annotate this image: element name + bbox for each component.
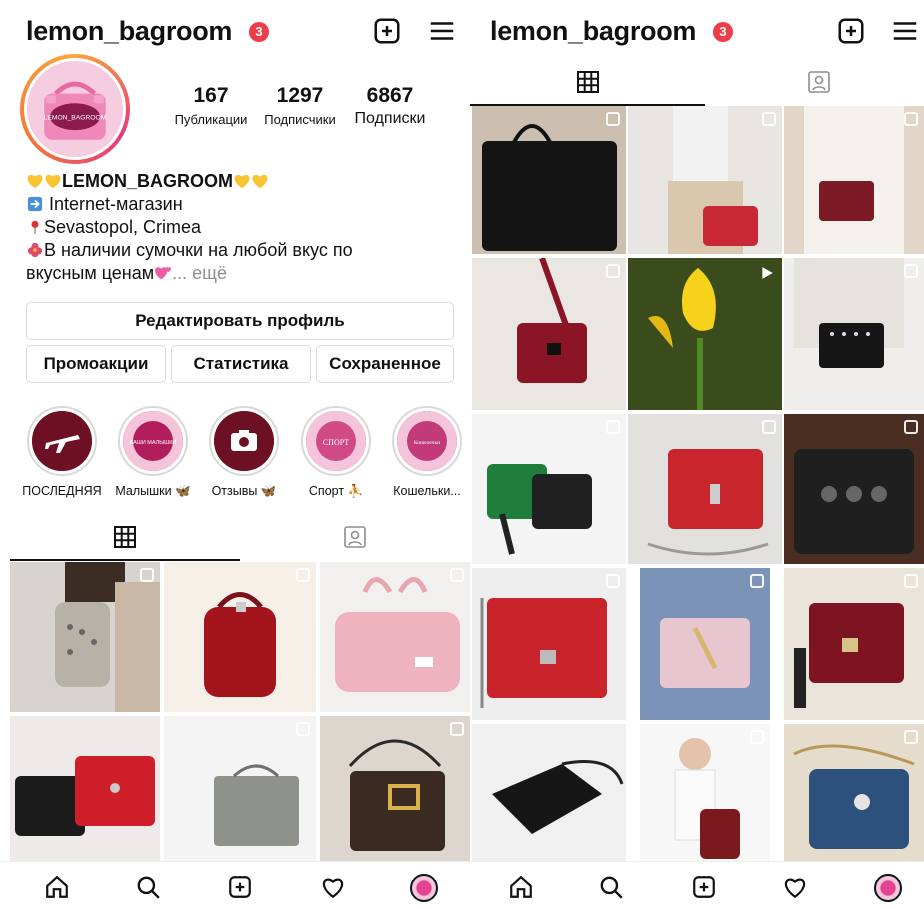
profile-screen: lemon_bagroom 3 LEMON_BAGROOM 167 Публик… bbox=[0, 0, 470, 909]
activity-heart-icon[interactable] bbox=[782, 874, 808, 900]
pink-hearts-icon bbox=[155, 267, 172, 280]
post-thumbnail[interactable] bbox=[784, 258, 924, 410]
yellow-heart-icon bbox=[27, 174, 43, 189]
grid-icon bbox=[577, 71, 599, 93]
bio-line-prices: вкусным ценам bbox=[26, 263, 155, 283]
highlight-wallets[interactable]: Кошелечки Кошельки... bbox=[386, 406, 468, 498]
post-thumbnail[interactable] bbox=[784, 414, 924, 564]
bio-name: LEMON_BAGROOM bbox=[62, 171, 233, 191]
yellow-heart-icon bbox=[234, 174, 250, 189]
highlight-babies[interactable]: ВАШИ МАЛЫШКИ Малышки 🦋 bbox=[112, 406, 194, 499]
post-thumbnail[interactable] bbox=[472, 106, 626, 254]
right-arrow-icon bbox=[27, 196, 43, 212]
edit-profile-button[interactable]: Редактировать профиль bbox=[26, 302, 454, 340]
posts-count[interactable]: 167 Публикации bbox=[166, 84, 256, 127]
profile-avatar[interactable]: LEMON_BAGROOM bbox=[20, 54, 130, 164]
bio-line-location: Sevastopol, Crimea bbox=[44, 217, 202, 237]
post-thumbnail[interactable] bbox=[628, 258, 782, 410]
menu-icon[interactable] bbox=[427, 16, 457, 46]
followers-count[interactable]: 1297 Подписчики bbox=[258, 84, 342, 127]
profile-header: lemon_bagroom 3 bbox=[470, 10, 924, 54]
video-icon bbox=[762, 267, 773, 279]
bio-more-link[interactable]: ... ещё bbox=[172, 263, 227, 283]
post-thumbnail[interactable] bbox=[164, 562, 316, 712]
new-post-icon[interactable] bbox=[372, 16, 402, 46]
profile-bio: LEMON_BAGROOM Internet-магазин Sevastopo… bbox=[26, 170, 456, 285]
account-username[interactable]: lemon_bagroom bbox=[26, 16, 232, 47]
home-icon[interactable] bbox=[508, 874, 534, 900]
svg-text:Кошелечки: Кошелечки bbox=[414, 440, 440, 446]
post-thumbnail[interactable] bbox=[640, 568, 770, 720]
highlight-sport[interactable]: СПОРТ Спорт ⛹ bbox=[295, 406, 377, 499]
account-username[interactable]: lemon_bagroom bbox=[490, 16, 696, 47]
tagged-tab[interactable] bbox=[240, 513, 470, 561]
yellow-heart-icon bbox=[45, 174, 61, 189]
bottom-navigation bbox=[470, 861, 924, 909]
profile-avatar-icon[interactable] bbox=[874, 874, 902, 902]
profile-tabs bbox=[470, 58, 924, 106]
wallets-badge-icon: Кошелечки bbox=[397, 411, 457, 471]
svg-text:СПОРТ: СПОРТ bbox=[323, 438, 349, 447]
yellow-heart-icon bbox=[252, 174, 268, 189]
promotions-button[interactable]: Промоакции bbox=[26, 345, 166, 383]
tagged-person-icon bbox=[344, 526, 366, 548]
post-thumbnail[interactable] bbox=[472, 414, 626, 564]
flower-icon bbox=[27, 242, 43, 258]
tagged-tab[interactable] bbox=[705, 58, 924, 106]
airplane-icon bbox=[32, 411, 92, 471]
search-icon[interactable] bbox=[135, 874, 161, 900]
post-thumbnail[interactable] bbox=[472, 258, 626, 410]
avatar-logo-text: LEMON_BAGROOM bbox=[44, 115, 107, 122]
tagged-person-icon bbox=[808, 71, 830, 93]
post-thumbnail[interactable] bbox=[784, 568, 924, 720]
posts-grid bbox=[470, 106, 924, 862]
post-thumbnail[interactable] bbox=[164, 716, 316, 862]
notification-badge: 3 bbox=[713, 22, 733, 42]
post-thumbnail[interactable] bbox=[640, 724, 770, 862]
bio-line-store: Internet-магазин bbox=[49, 194, 183, 214]
highlight-reviews[interactable]: Отзывы 🦋 bbox=[203, 406, 285, 499]
post-thumbnail[interactable] bbox=[784, 106, 924, 254]
saved-button[interactable]: Сохраненное bbox=[316, 345, 454, 383]
post-thumbnail[interactable] bbox=[472, 568, 626, 720]
profile-tabs bbox=[0, 513, 470, 561]
profile-header: lemon_bagroom 3 bbox=[0, 10, 470, 54]
post-thumbnail[interactable] bbox=[784, 724, 924, 862]
notification-badge: 3 bbox=[249, 22, 269, 42]
post-thumbnail[interactable] bbox=[10, 716, 160, 862]
add-post-icon[interactable] bbox=[691, 874, 717, 900]
grid-tab[interactable] bbox=[470, 58, 705, 106]
post-thumbnail[interactable] bbox=[628, 106, 782, 254]
menu-icon[interactable] bbox=[890, 16, 920, 46]
activity-heart-icon[interactable] bbox=[320, 874, 346, 900]
posts-grid bbox=[0, 562, 470, 862]
pin-icon bbox=[31, 220, 39, 235]
statistics-button[interactable]: Статистика bbox=[171, 345, 311, 383]
profile-avatar-icon[interactable] bbox=[410, 874, 438, 902]
search-icon[interactable] bbox=[598, 874, 624, 900]
post-thumbnail[interactable] bbox=[628, 414, 782, 564]
following-count[interactable]: 6867 Подписки bbox=[344, 84, 436, 128]
camera-icon bbox=[214, 411, 274, 471]
bottom-navigation bbox=[0, 861, 470, 909]
grid-tab[interactable] bbox=[10, 513, 240, 561]
home-icon[interactable] bbox=[44, 874, 70, 900]
post-thumbnail[interactable] bbox=[320, 716, 470, 862]
svg-text:ВАШИ МАЛЫШКИ: ВАШИ МАЛЫШКИ bbox=[130, 440, 177, 446]
sport-badge-icon: СПОРТ bbox=[306, 411, 366, 471]
post-thumbnail[interactable] bbox=[320, 562, 470, 712]
new-post-icon[interactable] bbox=[836, 16, 866, 46]
grid-icon bbox=[114, 526, 136, 548]
bio-line-stock: В наличии сумочки на любой вкус по bbox=[44, 240, 353, 260]
highlight-last[interactable]: ПОСЛЕДНЯЯ bbox=[20, 406, 104, 498]
profile-screen-scrolled: lemon_bagroom 3 bbox=[470, 0, 924, 909]
post-thumbnail[interactable] bbox=[472, 724, 626, 862]
add-post-icon[interactable] bbox=[227, 874, 253, 900]
post-thumbnail[interactable] bbox=[10, 562, 160, 712]
babies-badge-icon: ВАШИ МАЛЫШКИ bbox=[123, 411, 183, 471]
